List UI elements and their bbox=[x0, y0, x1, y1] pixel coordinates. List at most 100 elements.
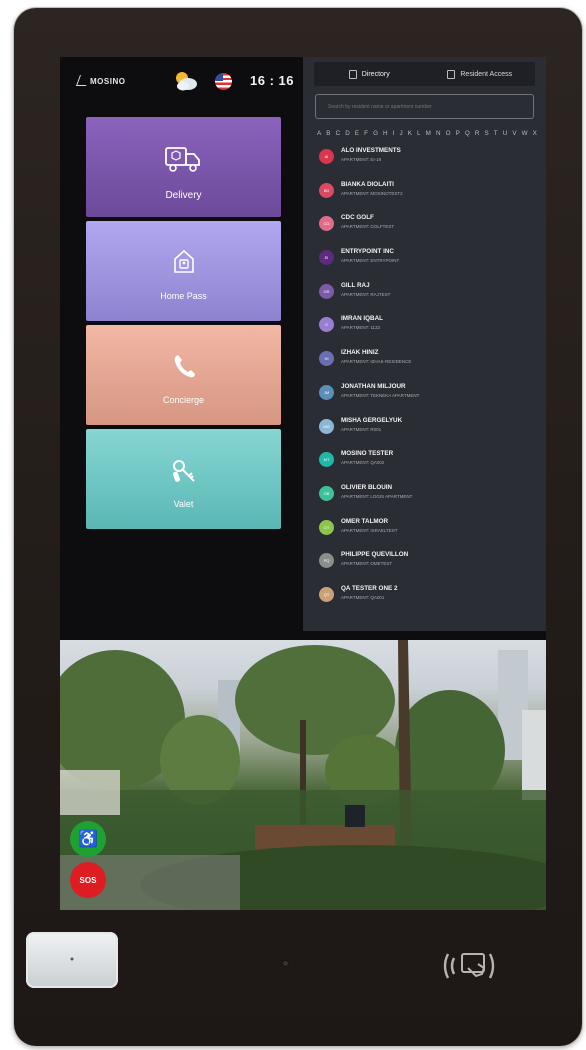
resident-avatar: II bbox=[319, 317, 334, 333]
search-input[interactable] bbox=[315, 94, 534, 119]
resident-avatar: AI bbox=[319, 149, 334, 164]
alphabet-letter[interactable]: E bbox=[355, 130, 359, 137]
nfc-reader-icon bbox=[443, 953, 495, 979]
resident-row[interactable]: MT MOSINO TESTER APARTMENT: QA002 bbox=[319, 450, 539, 484]
directory-panel: Directory Resident Access ABCDEFGHIJKLMN… bbox=[303, 57, 546, 631]
alphabet-letter[interactable]: K bbox=[408, 130, 412, 137]
sos-button[interactable]: SOS bbox=[70, 862, 106, 898]
alphabet-letter[interactable]: Q bbox=[465, 130, 470, 137]
delivery-tile[interactable]: Delivery bbox=[86, 117, 281, 217]
resident-row[interactable]: OT OMER TALMOR APARTMENT: ISRAELTEST bbox=[319, 518, 539, 552]
valet-tile[interactable]: Valet bbox=[86, 429, 281, 529]
top-bar: MOSINO 16 : 16 bbox=[60, 57, 303, 112]
home-pass-tile[interactable]: Home Pass bbox=[86, 221, 281, 321]
wheelchair-icon: ♿ bbox=[78, 831, 98, 848]
courtyard-illustration bbox=[60, 640, 546, 910]
accessibility-button[interactable]: ♿ bbox=[70, 821, 106, 857]
resident-apartment: APARTMENT: OMETEST bbox=[341, 561, 393, 567]
alphabet-letter[interactable]: B bbox=[326, 130, 330, 137]
resident-list: AI ALO INVESTMENTS APARTMENT: EI-18 BD BIANK… bbox=[319, 147, 539, 619]
resident-row[interactable]: OB OLIVIER BLOUIN APARTMENT: LOGIS APARTME… bbox=[319, 484, 539, 518]
alphabet-letter[interactable]: W bbox=[522, 130, 528, 137]
resident-avatar: QT bbox=[319, 586, 334, 602]
resident-apartment: APARTMENT: IZHAK-RESIDENCE bbox=[341, 359, 412, 365]
resident-name: MOSINO TESTER bbox=[341, 450, 394, 458]
weather-icon bbox=[176, 72, 197, 91]
alphabet-letter[interactable]: R bbox=[475, 130, 480, 137]
resident-avatar: IH bbox=[319, 351, 334, 367]
resident-access-icon bbox=[447, 69, 456, 79]
valet-label: Valet bbox=[173, 499, 194, 509]
resident-name: BIANKA DIOLAITI bbox=[341, 180, 394, 188]
tab-resident-access[interactable]: Resident Access bbox=[425, 62, 536, 86]
alphabet-letter[interactable]: N bbox=[436, 130, 441, 137]
alphabet-letter[interactable]: O bbox=[446, 130, 451, 137]
alphabet-letter[interactable]: J bbox=[400, 130, 403, 137]
alphabet-letter[interactable]: U bbox=[503, 130, 508, 137]
tab-directory[interactable]: Directory bbox=[314, 62, 425, 86]
resident-avatar: MG bbox=[319, 418, 334, 434]
resident-row[interactable]: AI ALO INVESTMENTS APARTMENT: EI-18 bbox=[319, 147, 539, 181]
resident-avatar: GR bbox=[319, 283, 334, 299]
resident-avatar: MT bbox=[319, 452, 334, 468]
screen-divider bbox=[60, 631, 546, 640]
alphabet-letter[interactable]: X bbox=[533, 130, 537, 137]
alphabet-letter[interactable]: L bbox=[417, 130, 421, 137]
resident-row[interactable]: MG MISHA GERGELYUK APARTMENT: R001 bbox=[319, 417, 539, 451]
resident-row[interactable]: QT QA TESTER ONE 2 APARTMENT: QA001 bbox=[319, 585, 539, 619]
resident-apartment: APARTMENT: QA001 bbox=[341, 594, 385, 600]
resident-row[interactable]: BD BIANKA DIOLAITI APARTMENT: MOSINOTEST2 bbox=[319, 181, 539, 215]
delivery-truck-icon bbox=[86, 145, 281, 175]
alphabet-letter[interactable]: M bbox=[426, 130, 431, 137]
resident-name: IZHAK HINIZ bbox=[341, 349, 379, 357]
alphabet-letter[interactable]: S bbox=[484, 130, 488, 137]
resident-row[interactable]: PQ PHILIPPE QUEVILLON APARTMENT: OMETEST bbox=[319, 551, 539, 585]
resident-name: OLIVIER BLOUIN bbox=[341, 483, 393, 491]
home-pass-label: Home Pass bbox=[160, 291, 207, 301]
alphabet-letter[interactable]: D bbox=[345, 130, 350, 137]
resident-name: MISHA GERGELYUK bbox=[341, 416, 403, 424]
alphabet-index: ABCDEFGHIJKLMNOPQRSTUVWX bbox=[317, 130, 537, 137]
directory-tabs: Directory Resident Access bbox=[314, 62, 535, 86]
alphabet-letter[interactable]: V bbox=[512, 130, 516, 137]
resident-name: GILL RAJ bbox=[341, 281, 370, 289]
resident-avatar: JM bbox=[319, 384, 334, 400]
resident-apartment: APARTMENT: MOSINOTEST2 bbox=[341, 190, 403, 196]
qr-scanner bbox=[26, 932, 118, 988]
resident-row[interactable]: EI ENTRYPOINT INC APARTMENT: ENTRYPOINT bbox=[319, 248, 539, 282]
alphabet-letter[interactable]: P bbox=[456, 130, 460, 137]
resident-row[interactable]: IH IZHAK HINIZ APARTMENT: IZHAK-RESIDENCE bbox=[319, 349, 539, 383]
resident-avatar: OT bbox=[319, 519, 334, 535]
resident-name: ALO INVESTMENTS bbox=[341, 147, 401, 154]
courtyard-photo: ♿ SOS bbox=[60, 640, 546, 910]
resident-row[interactable]: CG CDC GOLF APARTMENT: GOLFTEST bbox=[319, 214, 539, 248]
resident-apartment: APARTMENT: GOLFTEST bbox=[341, 224, 395, 230]
resident-avatar: BD bbox=[319, 182, 334, 198]
alphabet-letter[interactable]: T bbox=[494, 130, 498, 137]
resident-row[interactable]: JM JONATHAN MILJOUR APARTMENT: TEKNEKA APA… bbox=[319, 383, 539, 417]
alphabet-letter[interactable]: F bbox=[364, 130, 368, 137]
alphabet-letter[interactable]: C bbox=[336, 130, 341, 137]
resident-row[interactable]: II IMRAN IQBAL APARTMENT: 1133 bbox=[319, 315, 539, 349]
resident-name: OMER TALMOR bbox=[341, 517, 389, 525]
resident-apartment: APARTMENT: LOGIS APARTMENT bbox=[341, 493, 413, 499]
concierge-label: Concierge bbox=[162, 395, 205, 405]
alphabet-letter[interactable]: I bbox=[393, 130, 395, 137]
alphabet-letter[interactable]: H bbox=[383, 130, 388, 137]
app-logo: MOSINO bbox=[75, 75, 125, 86]
resident-apartment: APARTMENT: QA002 bbox=[341, 460, 385, 466]
resident-name: ENTRYPOINT INC bbox=[341, 248, 394, 256]
alphabet-letter[interactable]: G bbox=[373, 130, 378, 137]
concierge-tile[interactable]: Concierge bbox=[86, 325, 281, 425]
car-keys-icon bbox=[86, 457, 281, 487]
resident-avatar: CG bbox=[319, 216, 334, 232]
directory-icon bbox=[348, 69, 357, 79]
resident-apartment: APARTMENT: ENTRYPOINT bbox=[341, 258, 400, 264]
delivery-label: Delivery bbox=[165, 190, 202, 201]
kiosk-screen: MOSINO 16 : 16 Delivery Home Pass Concie… bbox=[60, 57, 546, 910]
resident-apartment: APARTMENT: 1133 bbox=[341, 325, 381, 331]
language-flag-icon[interactable] bbox=[215, 73, 232, 90]
resident-row[interactable]: GR GILL RAJ APARTMENT: RAJTEST bbox=[319, 282, 539, 316]
alphabet-letter[interactable]: A bbox=[317, 130, 321, 137]
resident-avatar: PQ bbox=[319, 553, 334, 569]
